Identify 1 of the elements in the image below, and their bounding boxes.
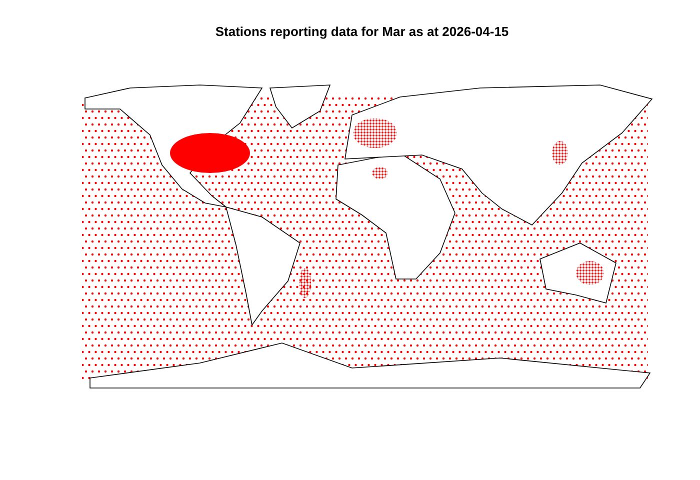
plot-title: Stations reporting data for Mar as at 2026-04-15: [214, 24, 509, 39]
